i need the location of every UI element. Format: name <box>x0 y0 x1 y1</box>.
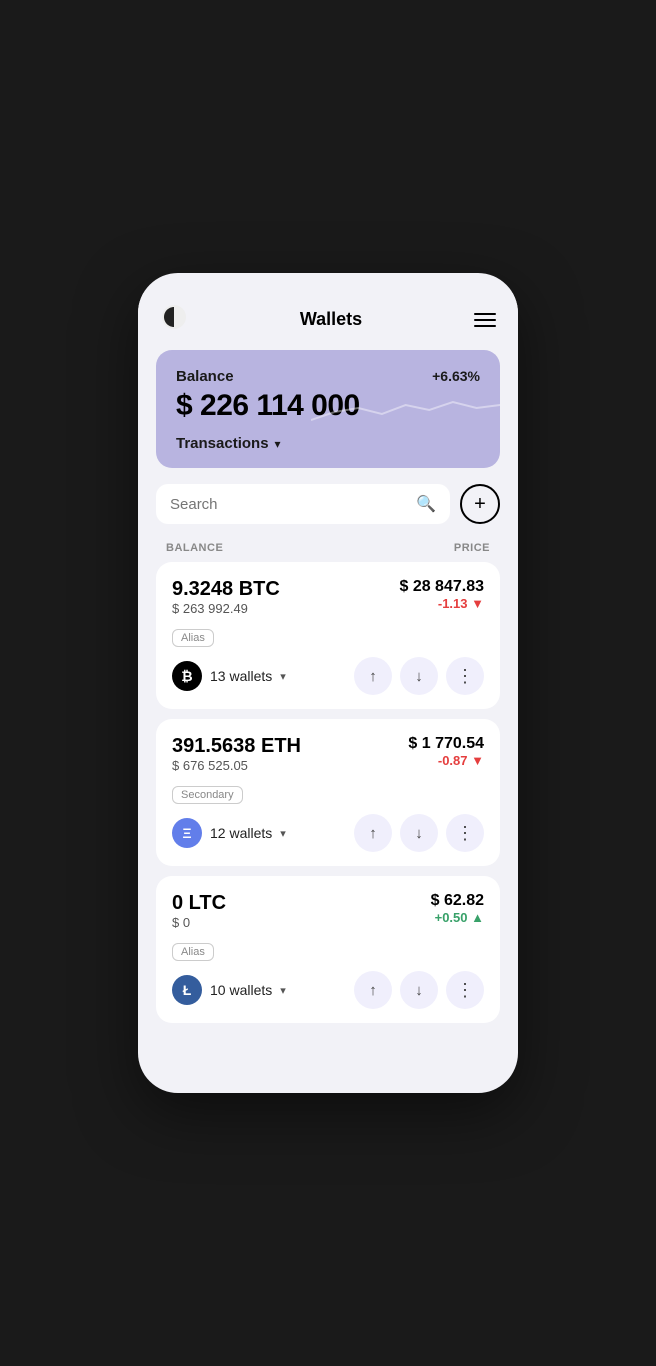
menu-button[interactable] <box>474 313 496 327</box>
search-bar: 🔍 <box>156 484 450 524</box>
ltc-price: $ 62.82 <box>431 892 484 910</box>
ltc-receive-button[interactable] <box>400 971 438 1009</box>
eth-price: $ 1 770.54 <box>408 735 484 753</box>
search-input[interactable] <box>170 496 406 513</box>
eth-wallets-chevron: ▾ <box>280 827 286 840</box>
crypto-card-btc: 9.3248 BTC $ 263 992.49 $ 28 847.83 -1.1… <box>156 562 500 709</box>
eth-wallets-count: 12 wallets <box>210 825 272 841</box>
ltc-change: +0.50 ▲ <box>431 910 484 925</box>
ltc-more-button[interactable] <box>446 971 484 1009</box>
transactions-row[interactable]: Transactions ▾ <box>176 435 480 452</box>
btc-wallets-count: 13 wallets <box>210 668 272 684</box>
balance-label: Balance <box>176 368 234 385</box>
eth-usd: $ 676 525.05 <box>172 758 301 773</box>
btc-wallets-chevron: ▾ <box>280 670 286 683</box>
eth-amount: 391.5638 ETH <box>172 735 301 758</box>
eth-icon: Ξ <box>172 818 202 848</box>
btc-send-button[interactable] <box>354 657 392 695</box>
crypto-list: 9.3248 BTC $ 263 992.49 $ 28 847.83 -1.1… <box>138 562 518 1023</box>
add-wallet-button[interactable]: + <box>460 484 500 524</box>
ltc-wallets-chevron: ▾ <box>280 984 286 997</box>
btc-icon: ₿ <box>172 661 202 691</box>
eth-send-button[interactable] <box>354 814 392 852</box>
phone-shell: Wallets Balance +6.63% $ 226 114 000 Tra… <box>138 273 518 1093</box>
crypto-card-ltc: 0 LTC $ 0 $ 62.82 +0.50 ▲ Alias Ł 10 wal… <box>156 876 500 1023</box>
transactions-chevron: ▾ <box>275 437 281 451</box>
balance-chart <box>311 370 500 430</box>
page-title: Wallets <box>300 309 362 330</box>
col-balance: BALANCE <box>166 542 223 554</box>
ltc-wallets[interactable]: Ł 10 wallets ▾ <box>172 975 286 1005</box>
header: Wallets <box>138 293 518 350</box>
btc-alias: Alias <box>172 629 214 647</box>
transactions-label: Transactions <box>176 435 269 452</box>
search-container: 🔍 + <box>138 484 518 538</box>
btc-wallets[interactable]: ₿ 13 wallets ▾ <box>172 661 286 691</box>
eth-wallets[interactable]: Ξ 12 wallets ▾ <box>172 818 286 848</box>
ltc-actions <box>354 971 484 1009</box>
ltc-amount: 0 LTC <box>172 892 226 915</box>
logo <box>160 303 188 336</box>
btc-actions <box>354 657 484 695</box>
ltc-icon: Ł <box>172 975 202 1005</box>
btc-change: -1.13 ▼ <box>399 596 484 611</box>
balance-card: Balance +6.63% $ 226 114 000 Transaction… <box>156 350 500 468</box>
crypto-card-eth: 391.5638 ETH $ 676 525.05 $ 1 770.54 -0.… <box>156 719 500 866</box>
ltc-wallets-count: 10 wallets <box>210 982 272 998</box>
ltc-usd: $ 0 <box>172 915 226 930</box>
eth-receive-button[interactable] <box>400 814 438 852</box>
eth-more-button[interactable] <box>446 814 484 852</box>
column-headers: BALANCE PRICE <box>138 538 518 562</box>
eth-change: -0.87 ▼ <box>408 753 484 768</box>
btc-amount: 9.3248 BTC <box>172 578 280 601</box>
ltc-alias: Alias <box>172 943 214 961</box>
btc-more-button[interactable] <box>446 657 484 695</box>
btc-price: $ 28 847.83 <box>399 578 484 596</box>
eth-alias: Secondary <box>172 786 243 804</box>
col-price: PRICE <box>454 542 490 554</box>
btc-receive-button[interactable] <box>400 657 438 695</box>
eth-actions <box>354 814 484 852</box>
btc-usd: $ 263 992.49 <box>172 601 280 616</box>
ltc-send-button[interactable] <box>354 971 392 1009</box>
search-icon: 🔍 <box>416 494 436 514</box>
